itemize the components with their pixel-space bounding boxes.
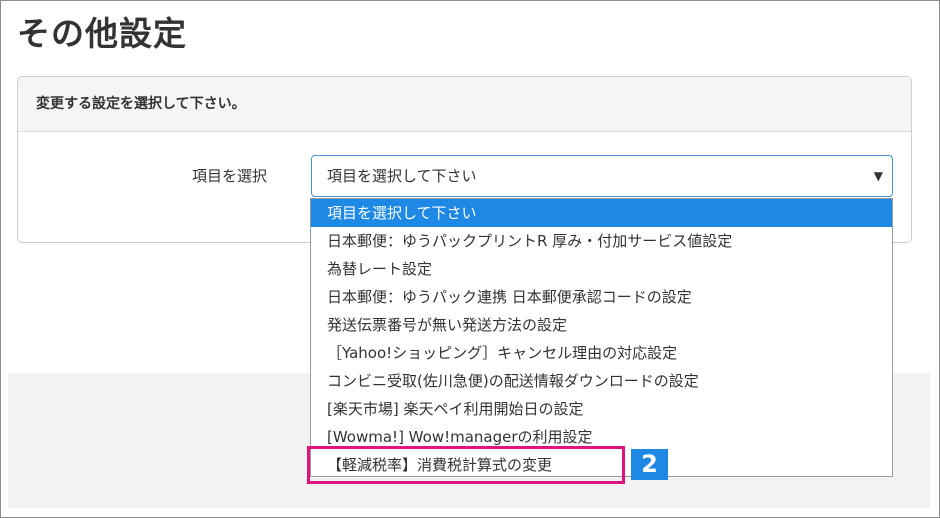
dropdown-option-yahoo-cancel[interactable]: ［Yahoo!ショッピング］キャンセル理由の対応設定 — [311, 339, 892, 367]
page-title: その他設定 — [17, 14, 187, 53]
item-select[interactable]: 項目を選択して下さい ▼ — [311, 155, 893, 197]
item-select-label: 項目を選択 — [192, 167, 268, 185]
select-dropdown-list[interactable]: 項目を選択して下さい 日本郵便：ゆうパックプリントR 厚み・付加サービス値設定 … — [310, 198, 893, 477]
step-number-badge: 2 — [631, 449, 668, 480]
dropdown-option-exchange-rate[interactable]: 為替レート設定 — [311, 255, 892, 283]
panel-heading: 変更する設定を選択して下さい。 — [18, 77, 911, 132]
dropdown-option-no-tracking-number[interactable]: 発送伝票番号が無い発送方法の設定 — [311, 311, 892, 339]
dropdown-option-placeholder[interactable]: 項目を選択して下さい — [311, 199, 892, 227]
dropdown-option-rakuten-pay[interactable]: [楽天市場] 楽天ペイ利用開始日の設定 — [311, 395, 892, 423]
dropdown-option-japanpost-approval[interactable]: 日本郵便：ゆうパック連携 日本郵便承認コードの設定 — [311, 283, 892, 311]
item-select-value: 項目を選択して下さい — [327, 167, 477, 185]
dropdown-option-convenience-pickup[interactable]: コンビニ受取(佐川急便)の配送情報ダウンロードの設定 — [311, 367, 892, 395]
dropdown-option-japanpost-print[interactable]: 日本郵便：ゆうパックプリントR 厚み・付加サービス値設定 — [311, 227, 892, 255]
chevron-down-icon[interactable]: ▼ — [874, 156, 883, 196]
annotation-highlight-box — [307, 446, 625, 484]
